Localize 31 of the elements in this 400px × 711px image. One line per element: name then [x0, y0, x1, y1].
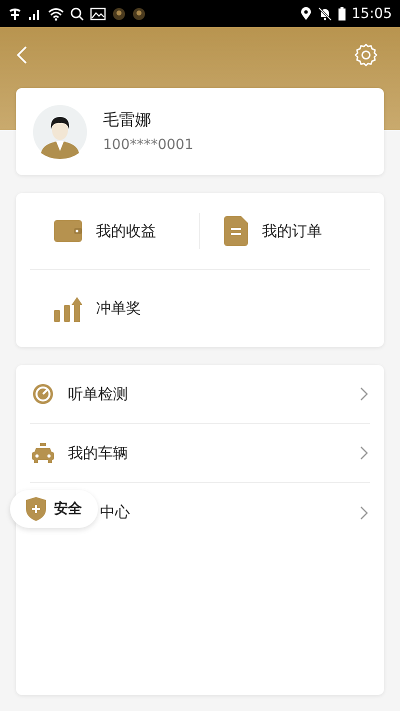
muted-bell-icon [318, 6, 332, 20]
battery-icon [338, 6, 346, 20]
app-icon [112, 6, 126, 20]
menu-item[interactable]: 听单检测 [30, 365, 370, 424]
shortcut-item[interactable]: 冲单奖 [30, 270, 200, 347]
image-icon [90, 6, 106, 20]
search-icon [70, 6, 84, 20]
carrier-icon [8, 6, 22, 20]
wallet-icon [54, 220, 82, 242]
safety-button[interactable]: 安全 [10, 490, 98, 528]
settings-icon [354, 43, 378, 67]
chevron-icon [360, 387, 368, 401]
avatar-icon [33, 104, 87, 158]
document-icon [224, 216, 248, 246]
user-name: 毛雷娜 [103, 110, 152, 131]
menu-item[interactable]: 我的车辆 [30, 424, 370, 483]
phone-number: 100****0001 [103, 137, 194, 153]
chevron-icon [360, 446, 368, 460]
shortcut-item[interactable]: 我的订单 [200, 193, 370, 270]
location-icon [300, 6, 312, 20]
gauge-icon [32, 383, 54, 405]
app-icon [132, 6, 146, 20]
chevron-icon [360, 506, 368, 520]
back-icon [16, 45, 28, 65]
shortcut-item[interactable]: 我的收益 [30, 193, 200, 270]
shield-plus-icon [26, 497, 46, 521]
wifi-icon [48, 6, 64, 20]
rising-bars-icon [54, 296, 82, 322]
taxi-icon [32, 443, 54, 463]
menu-item[interactable]: 中心 [100, 483, 370, 542]
status-time: 15:05 [352, 6, 392, 22]
